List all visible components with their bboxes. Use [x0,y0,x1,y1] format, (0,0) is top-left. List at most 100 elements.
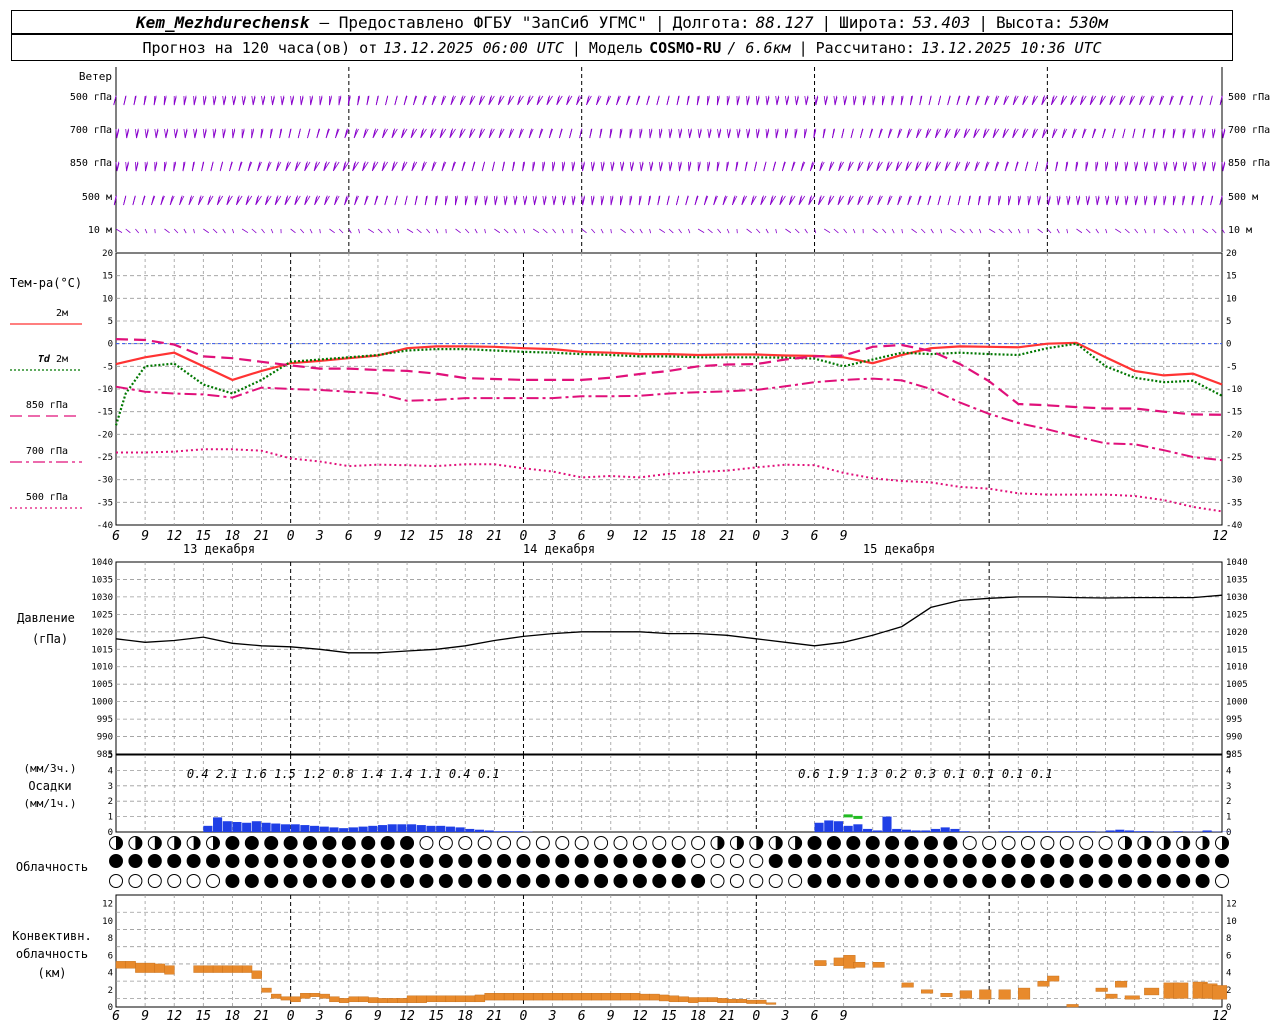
precip-bar [1086,831,1096,832]
wind-barb [125,161,127,172]
cloud-circle [574,836,589,850]
wind-barb [1124,195,1127,206]
wind-barb [1056,195,1059,206]
temp-legend: 2мTd 2м850 гПа700 гПа500 гПа [10,308,82,509]
wind-barb [1134,161,1137,172]
wind-barb [406,228,414,233]
temp-y-tick: -15 [97,408,113,418]
wind-level-label-right: 500 м [1228,192,1258,203]
precip-bar [242,822,252,832]
precip-bar [901,829,911,832]
temp-y-tick-right: -25 [1226,453,1242,463]
cloud-circle [1001,836,1016,850]
precip-bar [833,821,844,832]
precip-y-tick-right: 0 [1226,828,1231,838]
wind-barb [659,228,666,234]
wind-barb [765,228,769,234]
wind-barb [1143,161,1146,172]
cloud-half [795,836,802,850]
cloud-circle [885,874,900,888]
conv-bar [688,997,699,1003]
wind-barb-flag [656,95,660,104]
cloud-circle [768,874,783,888]
wind-barb [251,228,257,234]
cloud-circle [1079,836,1094,850]
cloud-circle [826,836,841,850]
wind-barb [707,228,713,234]
pressure-y-tick-right: 1000 [1226,698,1248,708]
wind-barb [202,95,205,106]
x-tick-label: 15 [428,1009,444,1024]
x-tick-label: 3 [315,529,324,544]
conv-bar [232,965,243,973]
wind-barb [823,95,826,106]
x-tick-label: 6 [345,529,353,544]
conv-bar [494,993,505,1001]
conv-bar [474,994,486,1003]
conv-title-2: облачность [16,947,88,961]
wind-barb [135,228,140,234]
conv-bar [193,965,204,973]
precip-total-label: 0.4 [449,767,471,781]
precip-bar [921,830,931,832]
conv-bar [445,995,456,1003]
conv-bar [154,963,165,973]
pressure-y-tick-right: 990 [1226,733,1242,743]
cloud-circle [691,874,706,888]
cloud-circle [1176,854,1191,868]
wind-level-label-right: 850 гПа [1228,158,1270,169]
temp-lines [114,338,1223,513]
temp-y-tick-right: -30 [1226,476,1242,486]
precip-unit3: (мм/3ч.) [24,762,77,775]
cloud-circle [962,836,977,850]
wind-barb [794,228,800,234]
x-tick-label: 9 [141,1009,149,1024]
x-tick-label: 18 [457,1009,473,1024]
cloud-circle [1001,874,1016,888]
precip-bars [203,814,1232,832]
x-tick-label: 18 [690,529,706,544]
cloud-circle [1176,874,1191,888]
cloud-circle [671,874,686,888]
cloud-circle [904,836,919,850]
x-tick-label: 15 [195,1009,211,1024]
cloud-circle [768,854,783,868]
precip-bar [251,821,261,832]
wind-barb [290,95,293,106]
precip-bar [232,821,242,832]
wind-barb [668,128,671,139]
cloud-circle [225,874,240,888]
conv-bar [979,989,992,1000]
wind-barb [261,95,264,106]
wind-barb [552,195,555,206]
precip-total-label: 1.4 [362,767,384,781]
precip-bar [882,816,892,832]
pressure-y-tick-right: 995 [1226,715,1242,725]
wind-barb-flag [472,161,475,170]
wind-barb [494,228,501,234]
precip-bar [310,825,320,832]
conv-bar [1173,982,1189,999]
wind-barb [1037,228,1043,234]
conv-bar [1105,993,1118,999]
cloud-circle [341,836,356,850]
x-tick-label: 21 [487,1009,503,1024]
precip-bar [1008,831,1018,832]
wind-barb [193,95,195,106]
wind-barb [300,228,305,234]
cloud-circle [458,874,473,888]
cloud-circle [710,874,725,888]
wind-barb [173,228,179,234]
cloud-circle [749,854,764,868]
wind-barb [649,161,652,172]
temp-y-tick: 15 [102,272,113,282]
wind-title: Ветер [79,70,112,83]
cloud-circle [632,874,647,888]
precip-bar [416,825,426,832]
conv-y-tick-right: 12 [1226,900,1237,910]
wind-barb-flag [841,128,845,137]
wind-barb-flag [1112,128,1116,137]
wind-barb [1173,228,1178,234]
precip-bar [872,830,882,832]
precip-bar [504,831,514,832]
